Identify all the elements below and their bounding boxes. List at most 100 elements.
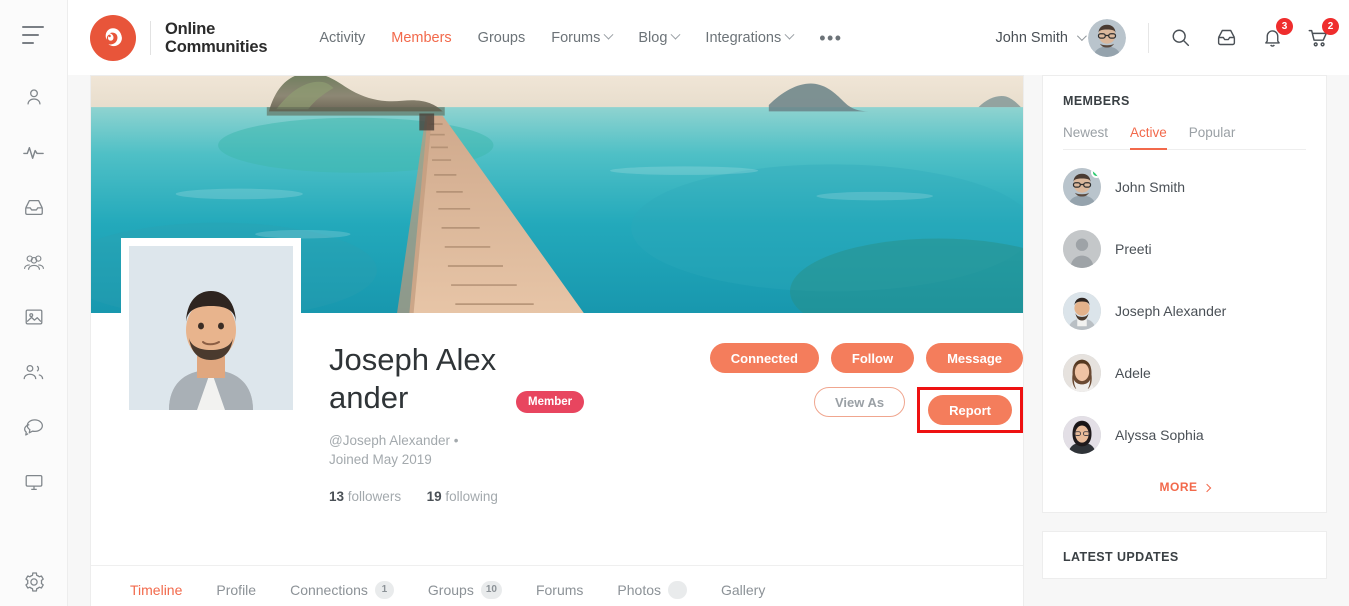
user-menu[interactable]: John Smith [995, 29, 1087, 46]
tab-connections[interactable]: Connections 1 [273, 566, 411, 606]
profile-tabs: Timeline Profile Connections 1 Groups 10 F… [91, 565, 1023, 606]
tab-groups[interactable]: Groups 10 [411, 566, 519, 606]
profile-column: Joseph Alexander Member @Joseph Alexande… [90, 75, 1024, 606]
connected-button[interactable]: Connected [709, 343, 819, 373]
search-icon[interactable] [1167, 25, 1193, 51]
members-list: John Smith Preeti Joseph Alexander Adele… [1063, 156, 1306, 466]
members-more-link[interactable]: MORE [1063, 466, 1306, 498]
brand[interactable]: Online Communities [90, 14, 268, 61]
content-area: Joseph Alexander Member @Joseph Alexande… [68, 75, 1349, 606]
top-bar-right: John Smith 3 2 [995, 17, 1339, 57]
tab-label: Timeline [130, 582, 183, 598]
tab-label: Forums [535, 582, 584, 598]
nav-label: Blog [638, 29, 668, 46]
widget-title: LATEST UPDATES [1063, 550, 1179, 564]
tab-profile[interactable]: Profile [199, 566, 273, 606]
list-item[interactable]: Preeti [1063, 218, 1306, 280]
list-item[interactable]: John Smith [1063, 156, 1306, 218]
tab-count: 10 [480, 581, 502, 599]
profile-actions-row-2: View As Report [693, 387, 1023, 433]
inbox-icon[interactable] [1213, 25, 1239, 51]
gear-icon[interactable] [0, 570, 67, 594]
top-navigation-bar: Online Communities Activity Members Grou… [68, 0, 1349, 75]
tab-popular[interactable]: Popular [1189, 125, 1236, 149]
widget-title: MEMBERS [1063, 94, 1130, 108]
profile-card: Joseph Alexander Member @Joseph Alexande… [90, 75, 1024, 606]
avatar[interactable] [1088, 18, 1126, 57]
members-icon[interactable] [21, 359, 47, 385]
nav-label: Activity [319, 29, 366, 46]
page-title: Joseph Alexander [329, 342, 497, 415]
joined-text: Joined May 2019 [329, 452, 432, 467]
inbox-icon[interactable] [21, 194, 47, 220]
bell-icon[interactable]: 3 [1259, 17, 1293, 51]
avatar [1063, 168, 1101, 206]
notification-badge: 3 [1276, 17, 1293, 35]
members-widget: MEMBERS Newest Active Popular John Smith… [1042, 75, 1327, 513]
chevron-down-icon [603, 29, 614, 40]
tab-forums[interactable]: Forums [519, 566, 600, 606]
report-button-highlight: Report [917, 387, 1023, 433]
chevron-down-icon [1076, 31, 1087, 42]
avatar [1063, 416, 1101, 454]
nav-more-icon[interactable]: ••• [819, 29, 842, 47]
brand-line-2: Communities [165, 37, 268, 56]
tab-newest[interactable]: Newest [1063, 125, 1108, 149]
tab-gallery[interactable]: Gallery [704, 566, 782, 606]
top-bar-icons: 3 2 [1167, 17, 1339, 51]
profile-header: Joseph Alexander Member @Joseph Alexande… [91, 238, 1023, 606]
top-bar-divider [1148, 22, 1149, 53]
user-menu-label: John Smith [995, 29, 1068, 46]
chat-bubble-icon[interactable] [21, 414, 47, 440]
profile-actions-row-1: Connected Follow Message [693, 343, 1023, 373]
member-name: John Smith [1115, 179, 1186, 195]
report-button[interactable]: Report [928, 395, 1012, 425]
avatar [1063, 230, 1101, 268]
brand-divider [150, 20, 151, 55]
nav-item-members[interactable]: Members [391, 30, 451, 46]
tab-photos[interactable]: Photos [600, 566, 704, 606]
profile-handle: @Joseph Alexander • Joined May 2019 [329, 431, 549, 469]
nav-item-integrations[interactable]: Integrations [705, 29, 795, 46]
main-nav: Activity Members Groups Forums Blog Inte… [319, 29, 842, 47]
tab-label: Photos [617, 582, 661, 598]
list-item[interactable]: Alyssa Sophia [1063, 404, 1306, 466]
handle-text: @Joseph Alexander • [329, 433, 459, 448]
activity-pulse-icon[interactable] [21, 139, 47, 165]
tab-timeline[interactable]: Timeline [113, 566, 199, 606]
tab-count [668, 581, 687, 599]
more-label: MORE [1159, 480, 1198, 494]
chevron-right-icon [1202, 483, 1211, 493]
nav-item-forums[interactable]: Forums [551, 29, 614, 46]
following-label: following [445, 489, 498, 504]
follow-button[interactable]: Follow [830, 343, 915, 373]
following-count: 19 [426, 489, 442, 504]
nav-item-activity[interactable]: Activity [319, 30, 365, 46]
message-button[interactable]: Message [926, 343, 1023, 373]
nav-item-groups[interactable]: Groups [478, 30, 526, 46]
nav-label: Members [391, 29, 452, 46]
photo-icon[interactable] [21, 304, 47, 330]
person-icon[interactable] [21, 84, 47, 110]
cart-icon[interactable]: 2 [1305, 17, 1339, 51]
nav-item-blog[interactable]: Blog [638, 29, 681, 46]
tab-label: Connections [290, 582, 368, 598]
nav-label: Groups [477, 29, 526, 46]
brand-title: Online Communities [165, 20, 268, 56]
list-item[interactable]: Joseph Alexander [1063, 280, 1306, 342]
member-name: Preeti [1115, 241, 1152, 257]
groups-icon[interactable] [21, 249, 47, 275]
monitor-icon[interactable] [21, 469, 47, 495]
page-container: Online Communities Activity Members Grou… [68, 0, 1349, 606]
member-name: Adele [1115, 365, 1151, 381]
tab-count: 1 [374, 581, 394, 599]
view-as-button[interactable]: View As [813, 387, 906, 417]
tab-label: Profile [216, 582, 257, 598]
avatar [1063, 292, 1101, 330]
app-root: Online Communities Activity Members Grou… [0, 0, 1349, 606]
tab-active[interactable]: Active [1130, 125, 1167, 150]
tab-label: Gallery [721, 582, 766, 598]
list-item[interactable]: Adele [1063, 342, 1306, 404]
hamburger-menu-icon[interactable] [21, 26, 46, 44]
nav-label: Integrations [705, 29, 782, 46]
